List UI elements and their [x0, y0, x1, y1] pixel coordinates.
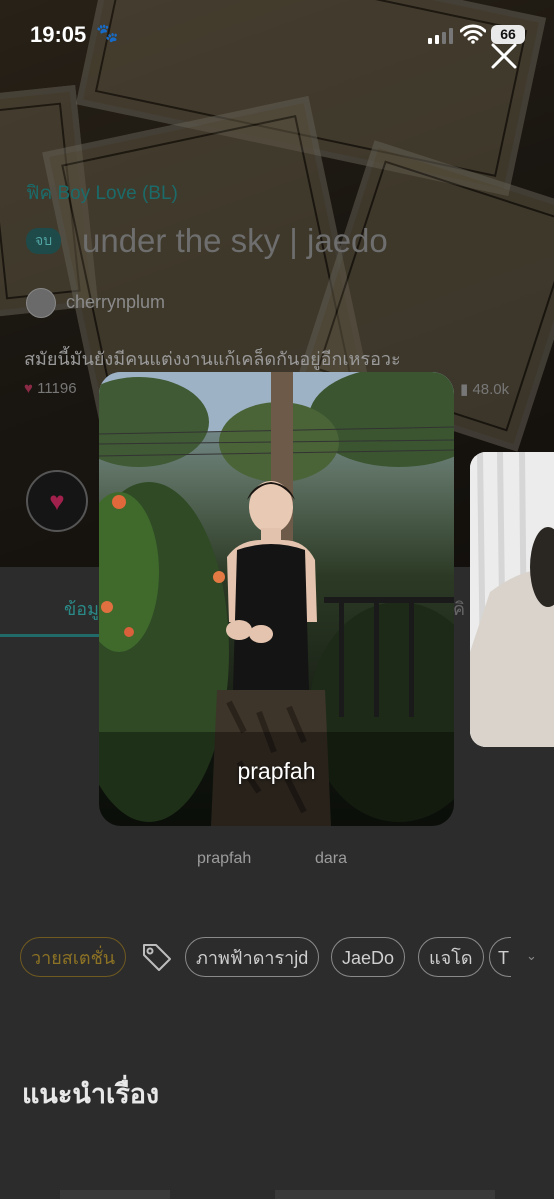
heart-icon: ♥ — [49, 486, 65, 516]
status-badge: จบ — [26, 228, 62, 254]
read-count: ▮ 48.0k — [460, 380, 509, 398]
story-genre[interactable]: ฟิค Boy Love (BL) — [26, 178, 178, 208]
status-bar: 19:05 🐾 66 — [0, 0, 554, 70]
heart-icon: ♥ — [24, 380, 33, 397]
author-name[interactable]: cherrynplum — [66, 292, 165, 313]
chevron-down-icon[interactable]: ⌄ — [526, 948, 537, 964]
character-name-label: prapfah — [237, 758, 316, 784]
close-icon[interactable] — [490, 42, 518, 70]
cellular-signal-icon — [428, 28, 453, 44]
story-description: สมัยนี้มันยังมีคนแต่งงานแก้เคล็ดกันอยู่อ… — [24, 349, 401, 369]
tag-icon — [143, 944, 171, 971]
next-character-photo — [470, 452, 554, 747]
tag-chip[interactable]: JaeDo — [331, 937, 406, 977]
character-name[interactable]: dara — [315, 850, 347, 868]
tab-other[interactable]: คิ — [453, 594, 465, 623]
character-image-card[interactable]: prapfah — [99, 372, 454, 826]
recommend-thumbnail[interactable] — [275, 1190, 495, 1199]
recommend-thumbnail[interactable] — [60, 1190, 170, 1199]
author-avatar[interactable] — [26, 288, 56, 318]
story-title: under the sky | jaedo — [82, 222, 388, 259]
like-button[interactable]: ♥ — [26, 470, 88, 532]
tag-chip[interactable]: แจโด — [418, 937, 484, 977]
read-count-value: 48.0k — [472, 381, 510, 398]
wifi-icon — [460, 24, 486, 44]
section-title: แนะนำเรื่อง — [22, 1079, 160, 1109]
tag-chip[interactable]: วายสเตชั่น — [20, 937, 127, 977]
tag-chip[interactable]: ภาพฟ้าดาราjd — [185, 937, 320, 977]
book-icon: ▮ — [460, 381, 469, 398]
like-count-value: 11196 — [37, 380, 77, 397]
next-character-card[interactable] — [470, 452, 554, 747]
paw-icon: 🐾 — [96, 23, 119, 43]
like-count: ♥ 11196 — [24, 380, 77, 397]
character-name[interactable]: prapfah — [197, 850, 251, 868]
status-time: 19:05 — [30, 22, 87, 47]
